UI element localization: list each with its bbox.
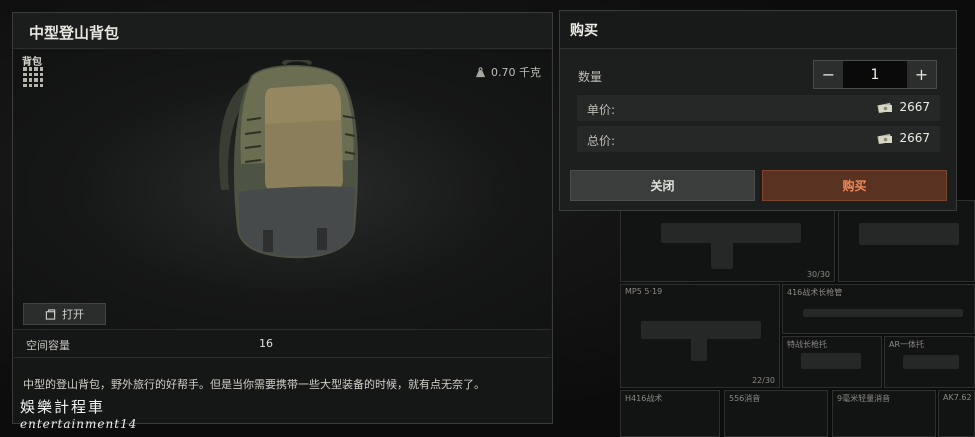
watermark: 娛樂計程車 entertainment14 xyxy=(20,396,137,431)
total-price-label: 总价: xyxy=(587,134,616,148)
item-preview: 背包 0.70 千克 打开 xyxy=(14,50,551,330)
decrement-button[interactable]: − xyxy=(814,61,843,88)
close-button[interactable]: 关闭 xyxy=(570,170,755,201)
item-title: 中型登山背包 xyxy=(13,13,552,49)
total-price-value: 2667 xyxy=(899,131,930,145)
watermark-chinese: 娛樂計程車 xyxy=(20,398,106,416)
purchase-title: 购买 xyxy=(560,11,956,49)
grid-icon xyxy=(23,67,43,87)
stat-value: 16 xyxy=(259,337,273,350)
stat-label: 空间容量 xyxy=(26,339,70,352)
inventory-cell[interactable] xyxy=(838,200,975,282)
inventory-cell[interactable]: 30/30 xyxy=(620,200,835,282)
weight-value: 0.70 千克 xyxy=(491,66,541,79)
backpack-image xyxy=(219,60,359,259)
inventory-cell[interactable]: H416战术 xyxy=(620,390,720,437)
category-label: 背包 xyxy=(22,57,42,68)
unit-price-row: 单价: 2667 xyxy=(577,95,940,121)
inventory-cell[interactable]: AR一体托 xyxy=(884,336,975,388)
unit-price-label: 单价: xyxy=(587,103,616,117)
weight-display: 0.70 千克 xyxy=(475,64,541,80)
unit-price-value: 2667 xyxy=(899,100,930,114)
inventory-cell[interactable]: MP5 5·19 22/30 xyxy=(620,284,780,388)
purchase-dialog: 购买 数量 − 1 + 单价: 2667 总价: 2667 关闭 购买 xyxy=(559,10,957,211)
buy-button[interactable]: 购买 xyxy=(762,170,947,201)
inventory-cell[interactable]: AK7.62 xyxy=(938,390,975,437)
quantity-input[interactable]: 1 xyxy=(843,61,907,88)
inventory-cell[interactable]: 9毫米轻量消音 xyxy=(832,390,936,437)
increment-button[interactable]: + xyxy=(907,61,936,88)
weight-icon xyxy=(475,66,486,77)
item-description: 中型的登山背包，野外旅行的好帮手。但是当你需要携带一些大型装备的时候，就有点无奈… xyxy=(23,378,485,391)
inventory-cell[interactable]: 556消音 xyxy=(724,390,828,437)
quantity-stepper: − 1 + xyxy=(813,60,937,89)
inventory-cell[interactable]: 416战术长枪管 xyxy=(782,284,975,334)
open-icon xyxy=(45,308,56,320)
total-price-row: 总价: 2667 xyxy=(577,126,940,152)
quantity-label: 数量 xyxy=(578,70,603,84)
inventory-cell[interactable]: 特战长枪托 xyxy=(782,336,882,388)
money-icon xyxy=(877,133,893,144)
stat-row-capacity: 空间容量 16 xyxy=(14,331,551,358)
open-button-label: 打开 xyxy=(62,308,84,321)
money-icon xyxy=(877,102,893,113)
open-button[interactable]: 打开 xyxy=(23,303,106,325)
inventory-grid: 30/30 MP5 5·19 22/30 416战术长枪管 特战长枪托 AR一体… xyxy=(560,200,975,437)
watermark-english: entertainment14 xyxy=(20,417,138,431)
item-panel: 中型登山背包 背包 0.70 千克 打开 空间容量 16 中型的登山背包，野外旅… xyxy=(12,12,553,424)
